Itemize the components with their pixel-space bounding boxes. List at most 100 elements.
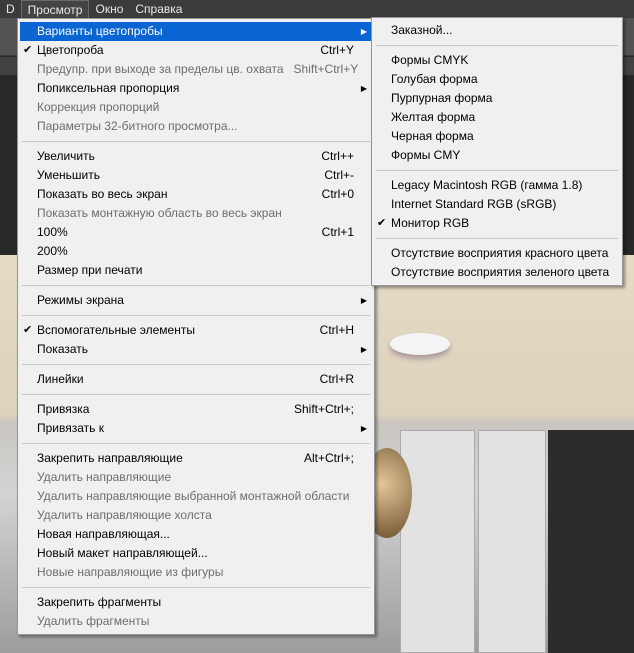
- menu-item[interactable]: Отсутствие восприятия зеленого цвета: [374, 263, 620, 282]
- menu-item[interactable]: Режимы экрана ▶: [20, 291, 372, 310]
- menu-item: Удалить направляющие холста: [20, 506, 372, 525]
- proof-setup-submenu: Заказной... Формы CMYK Голубая форма Пурпур…: [371, 17, 623, 286]
- menu-item-label: Формы CMY: [391, 148, 461, 162]
- submenu-arrow-icon: ▶: [360, 27, 367, 36]
- menu-item-label: Монитор RGB: [391, 216, 470, 230]
- menu-item-label: 100%: [37, 225, 68, 239]
- menu-item: Показать монтажную область во весь экран: [20, 204, 372, 223]
- menu-item[interactable]: Попиксельная пропорция ▶: [20, 79, 372, 98]
- menu-item-label: Пурпурная форма: [391, 91, 493, 105]
- menu-item-label: Новый макет направляющей...: [37, 546, 208, 560]
- menu-item-label: Закрепить фрагменты: [37, 595, 162, 609]
- menu-item-shortcut: Ctrl+Y: [320, 43, 354, 57]
- menu-item[interactable]: ✔ Вспомогательные элементы Ctrl+H: [20, 321, 372, 340]
- menu-item[interactable]: ✔ Монитор RGB: [374, 214, 620, 233]
- submenu-arrow-icon: ▶: [360, 345, 367, 354]
- check-icon: ✔: [377, 217, 387, 229]
- menu-item[interactable]: Привязать к ▶: [20, 419, 372, 438]
- menu-item-label: 200%: [37, 244, 68, 258]
- menu-item-label: Желтая форма: [391, 110, 476, 124]
- menu-item[interactable]: Привязка Shift+Ctrl+;: [20, 400, 372, 419]
- cabinet: [478, 430, 546, 653]
- menu-d[interactable]: D: [0, 0, 21, 18]
- menu-item-label: Предупр. при выходе за пределы цв. охват…: [37, 62, 284, 76]
- menu-item[interactable]: Internet Standard RGB (sRGB): [374, 195, 620, 214]
- menu-item-label: Показать: [37, 342, 89, 356]
- menu-item-shortcut: Shift+Ctrl+;: [293, 402, 354, 416]
- menu-item[interactable]: Закрепить направляющие Alt+Ctrl+;: [20, 449, 372, 468]
- menu-item[interactable]: ✔ Цветопроба Ctrl+Y: [20, 41, 372, 60]
- menu-item-label: Увеличить: [37, 149, 95, 163]
- menu-item: Предупр. при выходе за пределы цв. охват…: [20, 60, 372, 79]
- menu-item-shortcut: Ctrl+H: [319, 323, 354, 337]
- menu-item[interactable]: Заказной...: [374, 21, 620, 40]
- menu-separator: [22, 394, 370, 395]
- menu-item-label: Показать монтажную область во весь экран: [37, 206, 282, 220]
- check-icon: ✔: [23, 324, 33, 336]
- menu-item-label: Internet Standard RGB (sRGB): [391, 197, 557, 211]
- menu-item[interactable]: Закрепить фрагменты: [20, 593, 372, 612]
- menu-item[interactable]: Показать ▶: [20, 340, 372, 359]
- menu-item-shortcut: Ctrl+R: [319, 372, 354, 386]
- menu-item-label: Удалить направляющие: [37, 470, 172, 484]
- menu-help[interactable]: Справка: [129, 0, 188, 18]
- menu-item[interactable]: Новая направляющая...: [20, 525, 372, 544]
- menu-item[interactable]: Показать во весь экран Ctrl+0: [20, 185, 372, 204]
- menu-view[interactable]: Просмотр: [20, 0, 90, 18]
- menu-item[interactable]: Размер при печати: [20, 261, 372, 280]
- cabinet: [400, 430, 475, 653]
- menu-item[interactable]: Черная форма: [374, 127, 620, 146]
- menu-window[interactable]: Окно: [89, 0, 129, 18]
- ceiling-lamp: [390, 333, 450, 355]
- menu-item-label: Режимы экрана: [37, 293, 124, 307]
- menu-item[interactable]: Варианты цветопробы ▶: [20, 22, 372, 41]
- menu-item[interactable]: Уменьшить Ctrl+-: [20, 166, 372, 185]
- menu-item-label: Параметры 32-битного просмотра...: [37, 119, 238, 133]
- menu-item: Удалить направляющие выбранной монтажной…: [20, 487, 372, 506]
- menu-separator: [22, 364, 370, 365]
- menu-item[interactable]: Увеличить Ctrl++: [20, 147, 372, 166]
- menu-item-label: Линейки: [37, 372, 84, 386]
- glass-cabinet: [548, 430, 634, 653]
- menu-item-label: Цветопроба: [37, 43, 104, 57]
- menu-item-label: Попиксельная пропорция: [37, 81, 180, 95]
- menu-item-label: Удалить фрагменты: [37, 614, 150, 628]
- menu-item-label: Привязка: [37, 402, 90, 416]
- menu-item-label: Вспомогательные элементы: [37, 323, 195, 337]
- submenu-arrow-icon: ▶: [360, 296, 367, 305]
- menu-separator: [22, 141, 370, 142]
- menu-separator: [376, 238, 618, 239]
- check-icon: ✔: [23, 44, 33, 56]
- menu-separator: [22, 443, 370, 444]
- menu-item[interactable]: 200%: [20, 242, 372, 261]
- menu-separator: [22, 315, 370, 316]
- menu-item-label: Черная форма: [391, 129, 474, 143]
- menu-item[interactable]: Новый макет направляющей...: [20, 544, 372, 563]
- menu-item-label: Новая направляющая...: [37, 527, 170, 541]
- menu-item-label: Закрепить направляющие: [37, 451, 183, 465]
- menu-item: Удалить направляющие: [20, 468, 372, 487]
- submenu-arrow-icon: ▶: [360, 424, 367, 433]
- menu-item[interactable]: Формы CMY: [374, 146, 620, 165]
- menu-item[interactable]: 100% Ctrl+1: [20, 223, 372, 242]
- menu-item-label: Отсутствие восприятия зеленого цвета: [391, 265, 610, 279]
- menu-item-label: Удалить направляющие выбранной монтажной…: [37, 489, 350, 503]
- view-menu: Варианты цветопробы ▶ ✔ Цветопроба Ctrl+Y Пре…: [17, 18, 375, 635]
- menu-item-label: Legacy Macintosh RGB (гамма 1.8): [391, 178, 583, 192]
- menu-item: Параметры 32-битного просмотра...: [20, 117, 372, 136]
- menu-item: Коррекция пропорций: [20, 98, 372, 117]
- menu-item[interactable]: Формы CMYK: [374, 51, 620, 70]
- menu-item[interactable]: Голубая форма: [374, 70, 620, 89]
- menu-item-shortcut: Ctrl+-: [324, 168, 354, 182]
- menu-item[interactable]: Пурпурная форма: [374, 89, 620, 108]
- menu-item-label: Уменьшить: [37, 168, 100, 182]
- menu-separator: [376, 45, 618, 46]
- menu-item-shortcut: Ctrl+0: [321, 187, 354, 201]
- menu-item-label: Новые направляющие из фигуры: [37, 565, 224, 579]
- menu-item[interactable]: Желтая форма: [374, 108, 620, 127]
- menu-item[interactable]: Отсутствие восприятия красного цвета: [374, 244, 620, 263]
- menu-item-label: Голубая форма: [391, 72, 478, 86]
- menu-item[interactable]: Legacy Macintosh RGB (гамма 1.8): [374, 176, 620, 195]
- menu-item[interactable]: Линейки Ctrl+R: [20, 370, 372, 389]
- menu-item-label: Удалить направляющие холста: [37, 508, 212, 522]
